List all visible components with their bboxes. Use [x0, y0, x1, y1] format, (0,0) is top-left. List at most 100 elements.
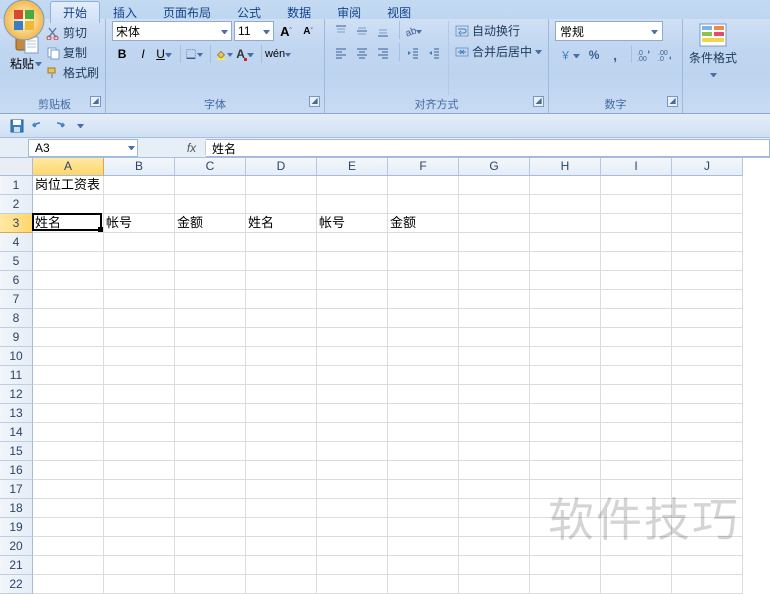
- cell[interactable]: [317, 271, 388, 290]
- underline-button[interactable]: U: [154, 44, 174, 64]
- cell[interactable]: [317, 366, 388, 385]
- cell[interactable]: [388, 309, 459, 328]
- cell[interactable]: [246, 499, 317, 518]
- cell[interactable]: [530, 271, 601, 290]
- cell[interactable]: [459, 404, 530, 423]
- cell[interactable]: [317, 461, 388, 480]
- cell[interactable]: [530, 233, 601, 252]
- cell[interactable]: [33, 385, 104, 404]
- office-button[interactable]: [0, 0, 48, 44]
- tab-插入[interactable]: 插入: [100, 1, 150, 23]
- cell[interactable]: 帐号: [317, 214, 388, 233]
- cell[interactable]: [246, 271, 317, 290]
- cell[interactable]: [388, 176, 459, 195]
- cell[interactable]: [317, 404, 388, 423]
- cell[interactable]: [459, 233, 530, 252]
- cell[interactable]: [530, 480, 601, 499]
- cell[interactable]: [317, 347, 388, 366]
- fx-button[interactable]: fx: [178, 141, 206, 155]
- cell[interactable]: [388, 271, 459, 290]
- align-middle-button[interactable]: [352, 21, 372, 41]
- cell[interactable]: [246, 537, 317, 556]
- cell[interactable]: [459, 518, 530, 537]
- cell[interactable]: [601, 366, 672, 385]
- cell[interactable]: [317, 575, 388, 594]
- cell[interactable]: [246, 518, 317, 537]
- cell[interactable]: [104, 518, 175, 537]
- cell[interactable]: [459, 385, 530, 404]
- cell[interactable]: [388, 404, 459, 423]
- cell[interactable]: [459, 480, 530, 499]
- cell[interactable]: [530, 556, 601, 575]
- cell[interactable]: [530, 309, 601, 328]
- cell[interactable]: [601, 252, 672, 271]
- cell[interactable]: [388, 195, 459, 214]
- col-header-F[interactable]: F: [388, 158, 459, 176]
- cell[interactable]: [317, 290, 388, 309]
- cell[interactable]: [530, 461, 601, 480]
- font-color-button[interactable]: A: [235, 44, 255, 64]
- row-header[interactable]: 8: [0, 309, 33, 328]
- cell[interactable]: [388, 518, 459, 537]
- cell[interactable]: [104, 271, 175, 290]
- cell[interactable]: [672, 271, 743, 290]
- cell[interactable]: [104, 461, 175, 480]
- cell[interactable]: [317, 233, 388, 252]
- row-header[interactable]: 12: [0, 385, 33, 404]
- cell[interactable]: [530, 442, 601, 461]
- cell[interactable]: [33, 499, 104, 518]
- cell[interactable]: 姓名: [246, 214, 317, 233]
- cell[interactable]: [175, 347, 246, 366]
- cell[interactable]: [175, 461, 246, 480]
- cell[interactable]: [33, 537, 104, 556]
- increase-indent-button[interactable]: [424, 43, 444, 63]
- cell[interactable]: [459, 214, 530, 233]
- cell[interactable]: [388, 366, 459, 385]
- cell[interactable]: [459, 309, 530, 328]
- cell[interactable]: [530, 290, 601, 309]
- cell[interactable]: [601, 575, 672, 594]
- clipboard-dialog-launcher[interactable]: ◢: [90, 96, 101, 107]
- cell[interactable]: [175, 537, 246, 556]
- increase-decimal-button[interactable]: .0.00: [635, 45, 655, 65]
- cell[interactable]: [530, 423, 601, 442]
- cell[interactable]: [104, 575, 175, 594]
- cell[interactable]: [175, 176, 246, 195]
- fill-color-button[interactable]: [214, 44, 234, 64]
- cell[interactable]: [317, 480, 388, 499]
- cell[interactable]: [246, 423, 317, 442]
- cell[interactable]: [246, 461, 317, 480]
- phonetic-button[interactable]: wén: [265, 44, 291, 64]
- cell[interactable]: [601, 233, 672, 252]
- cell[interactable]: [459, 290, 530, 309]
- cell[interactable]: [317, 252, 388, 271]
- cell[interactable]: [459, 537, 530, 556]
- cell[interactable]: [175, 233, 246, 252]
- cell[interactable]: [672, 252, 743, 271]
- cell[interactable]: [33, 423, 104, 442]
- cell[interactable]: [672, 176, 743, 195]
- col-header-J[interactable]: J: [672, 158, 743, 176]
- row-header[interactable]: 13: [0, 404, 33, 423]
- cell[interactable]: [175, 271, 246, 290]
- cell[interactable]: [459, 252, 530, 271]
- cell[interactable]: [246, 442, 317, 461]
- cell[interactable]: [175, 480, 246, 499]
- cell[interactable]: [672, 575, 743, 594]
- cell[interactable]: [33, 518, 104, 537]
- tab-视图[interactable]: 视图: [374, 1, 424, 23]
- cell[interactable]: [175, 290, 246, 309]
- cell[interactable]: [175, 442, 246, 461]
- bold-button[interactable]: B: [112, 44, 132, 64]
- cell[interactable]: [317, 176, 388, 195]
- cell[interactable]: [175, 499, 246, 518]
- cell[interactable]: [530, 575, 601, 594]
- cell[interactable]: [246, 575, 317, 594]
- align-right-button[interactable]: [373, 43, 393, 63]
- cell[interactable]: [246, 556, 317, 575]
- italic-button[interactable]: I: [133, 44, 153, 64]
- cell[interactable]: [601, 195, 672, 214]
- cut-button[interactable]: 剪切: [46, 23, 99, 42]
- cell[interactable]: [388, 499, 459, 518]
- col-header-H[interactable]: H: [530, 158, 601, 176]
